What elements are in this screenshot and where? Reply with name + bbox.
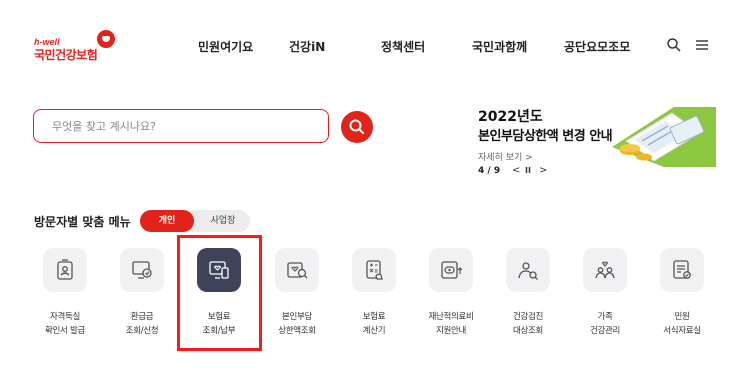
form-library-icon: [673, 260, 691, 279]
menu-item-family-care[interactable]: 가족 건강관리: [564, 248, 644, 348]
search-icon[interactable]: [666, 37, 682, 53]
icon-tile: [583, 248, 627, 292]
menu-item-ceiling[interactable]: 본인부담 상한액조회: [256, 248, 336, 348]
icon-tile: [352, 248, 396, 292]
banner-next-button[interactable]: >: [539, 165, 547, 176]
menu-item-checkup[interactable]: 건강검진 대상조회: [487, 248, 567, 348]
banner-illustration: [612, 107, 716, 167]
menu-item-refund[interactable]: 환급금 조회/신청: [101, 248, 181, 348]
menu-item-label: 자격득실 확인서 발급: [44, 312, 85, 336]
banner-page-indicator: 4 / 9: [478, 166, 501, 176]
icon-tile: [43, 248, 87, 292]
toggle-business[interactable]: 사업장: [196, 210, 250, 232]
certificate-icon: [57, 259, 73, 280]
search-box: [33, 109, 329, 143]
menu-item-label: 가족 건강관리: [589, 312, 621, 336]
toggle-personal[interactable]: 개인: [140, 210, 194, 232]
checkup-search-icon: [518, 262, 538, 280]
main-nav: 민원여기요 건강iN 정책센터 국민과함께 공단요모조모: [0, 38, 740, 58]
nav-item-civil[interactable]: 민원여기요: [198, 38, 253, 55]
visitor-menu-title: 방문자별 맞춤 메뉴: [34, 215, 131, 229]
search-input[interactable]: [52, 118, 312, 134]
highlight-frame: [177, 235, 262, 351]
family-care-icon: [595, 261, 615, 279]
icon-tile: [660, 248, 704, 292]
banner-pause-button[interactable]: II: [525, 166, 531, 175]
menu-item-label: 민원 서식자료실: [663, 312, 701, 336]
icon-tile: [275, 248, 319, 292]
menu-item-label: 환급금 조회/신청: [125, 312, 159, 336]
menu-item-catastrophic-medical[interactable]: 재난적의료비 지원안내: [410, 248, 490, 348]
menu-item-label: 재난적의료비 지원안내: [428, 312, 474, 336]
calculator-icon: [366, 260, 383, 280]
search-button[interactable]: [341, 111, 373, 143]
icon-tile: [506, 248, 550, 292]
menu-item-label: 본인부담 상한액조회: [278, 312, 316, 336]
menu-item-calculator[interactable]: 보험료 계산기: [333, 248, 413, 348]
banner-more-link[interactable]: 자세히 보기 >: [478, 150, 533, 163]
nav-item-about[interactable]: 공단요모조모: [564, 38, 630, 55]
menu-item-forms[interactable]: 민원 서식자료실: [641, 248, 721, 348]
nav-item-policy[interactable]: 정책센터: [381, 38, 425, 55]
refund-monitor-icon: [132, 261, 152, 279]
menu-item-label: 보험료 계산기: [362, 312, 386, 336]
icon-tile: [120, 248, 164, 292]
nav-item-together[interactable]: 국민과함께: [472, 38, 527, 55]
visitor-type-toggle: 개인 사업장: [140, 210, 250, 232]
ceiling-search-icon: [287, 262, 308, 279]
icon-tile: [429, 248, 473, 292]
menu-item-label: 건강검진 대상조회: [512, 312, 544, 336]
banner-year: 2022년도: [478, 109, 543, 125]
banner-title[interactable]: 본인부담상한액 변경 안내: [478, 125, 613, 144]
medical-support-icon: [441, 261, 463, 279]
search-icon: [349, 119, 364, 134]
menu-item-qualification[interactable]: 자격득실 확인서 발급: [24, 248, 104, 348]
menu-icon[interactable]: [694, 37, 710, 53]
banner-prev-button[interactable]: <: [512, 165, 520, 176]
nav-item-health-in[interactable]: 건강iN: [289, 38, 325, 55]
